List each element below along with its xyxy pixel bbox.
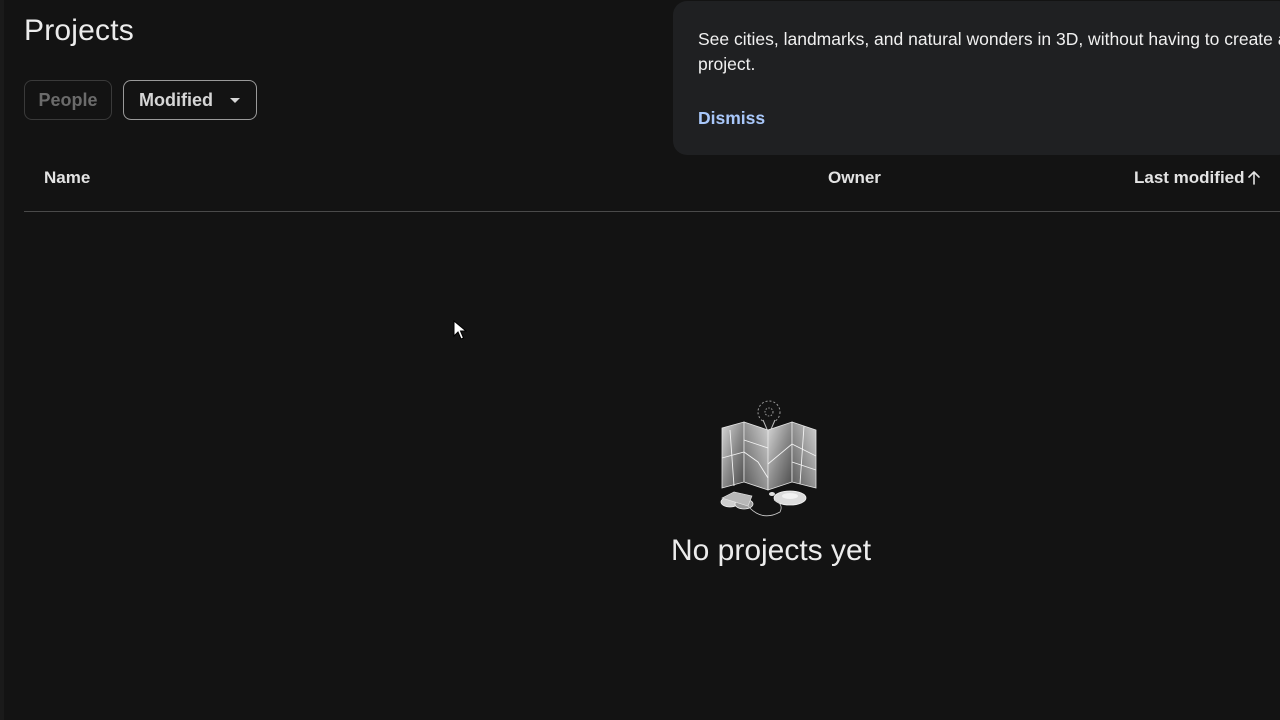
column-header-name[interactable]: Name — [44, 168, 90, 188]
map-with-pin-and-binoculars-icon — [720, 400, 817, 517]
info-banner: See cities, landmarks, and natural wonde… — [673, 1, 1280, 155]
people-filter-chip[interactable]: People — [24, 80, 112, 120]
column-header-owner[interactable]: Owner — [828, 168, 881, 188]
dropdown-caret-icon — [230, 98, 240, 103]
dismiss-button[interactable]: Dismiss — [698, 108, 765, 129]
people-filter-label: People — [38, 89, 98, 110]
page-title: Projects — [24, 14, 134, 47]
mouse-pointer-icon — [453, 320, 467, 340]
left-edge-divider — [0, 0, 4, 720]
column-header-last-modified-label: Last modified — [1134, 168, 1245, 187]
column-header-last-modified[interactable]: Last modified — [1134, 168, 1261, 188]
table-header-divider — [24, 211, 1280, 212]
modified-filter-label: Modified — [139, 89, 213, 110]
modified-filter-dropdown[interactable]: Modified — [123, 80, 257, 120]
empty-state-message: No projects yet — [670, 534, 872, 567]
banner-message: See cities, landmarks, and natural wonde… — [698, 29, 1280, 74]
sort-ascending-arrow-icon — [1247, 171, 1260, 185]
